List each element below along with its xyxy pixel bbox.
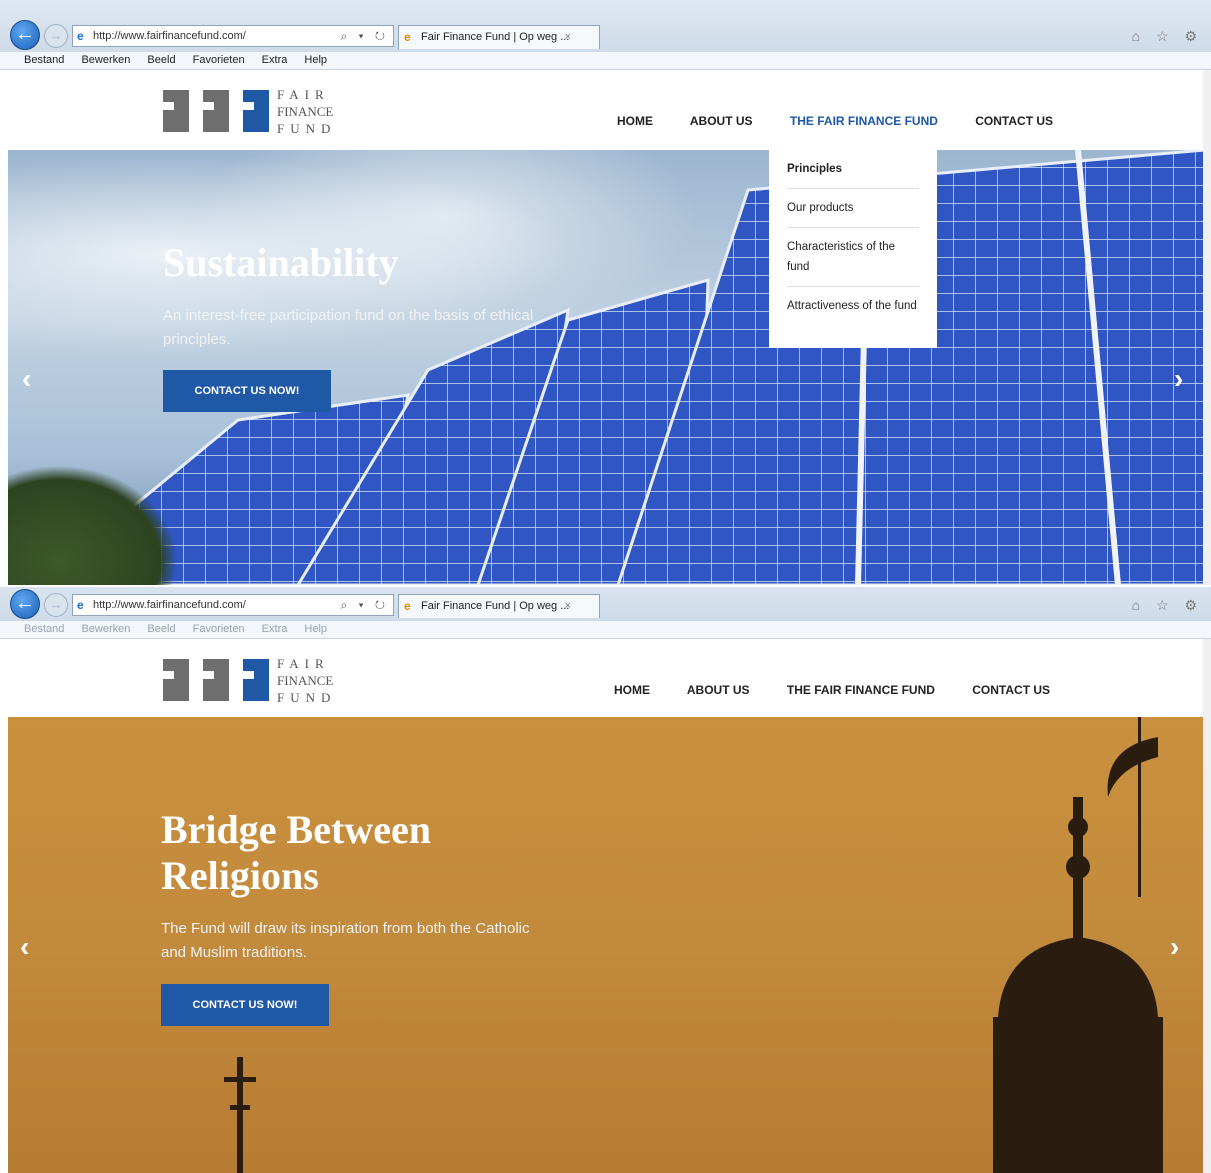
site-header: FAIR FINANCE FUND HOME ABOUT US THE FAIR… [0, 639, 1211, 719]
menu-extra[interactable]: Extra [262, 54, 288, 66]
page-scrollbar[interactable] [1203, 639, 1211, 1173]
address-bar[interactable]: e http://www.fairfinancefund.com/ ⌕ ▾ ↻ [72, 594, 394, 616]
nav-contact-us[interactable]: CONTACT US [972, 683, 1050, 697]
logo-block-3 [243, 90, 269, 132]
address-controls[interactable]: ⌕ ▾ ↻ [340, 595, 389, 615]
fund-dropdown-menu: Principles Our products Characteristics … [769, 150, 937, 348]
dropdown-item-our-products[interactable]: Our products [787, 189, 919, 228]
dropdown-item-principles[interactable]: Principles [787, 150, 919, 189]
browser-chrome: ← → e http://www.fairfinancefund.com/ ⌕ … [0, 587, 1211, 621]
ie-icon: e [77, 29, 84, 43]
slide-title: Sustainability [163, 240, 399, 285]
logo-line-3: FUND [277, 121, 337, 136]
menu-help[interactable]: Help [304, 623, 327, 635]
address-url: http://www.fairfinancefund.com/ [93, 30, 246, 42]
browser-chrome: ← → e http://www.fairfinancefund.com/ ⌕ … [0, 0, 1211, 52]
menu-help[interactable]: Help [304, 54, 327, 66]
logo-block-1 [163, 659, 189, 701]
logo-line-2: FINANCE [277, 104, 334, 119]
solar-panels-image [35, 150, 1205, 585]
back-button[interactable]: ← [10, 589, 40, 619]
forward-button[interactable]: → [44, 593, 68, 617]
menu-favorieten[interactable]: Favorieten [193, 623, 245, 635]
screenshot-sustainability: ← → e http://www.fairfinancefund.com/ ⌕ … [0, 0, 1211, 585]
address-controls[interactable]: ⌕ ▾ ↻ [340, 26, 389, 46]
tab-title: Fair Finance Fund | Op weg ... [421, 600, 570, 612]
menu-bestand[interactable]: Bestand [24, 623, 64, 635]
nav-home[interactable]: HOME [617, 114, 653, 128]
page-scrollbar[interactable] [1203, 70, 1211, 585]
nav-about-us[interactable]: ABOUT US [690, 114, 753, 128]
logo-line-1: FAIR [277, 87, 330, 102]
logo-block-1 [163, 90, 189, 132]
browser-menubar: Bestand Bewerken Beeld Favorieten Extra … [0, 52, 1211, 70]
logo-block-3 [243, 659, 269, 701]
address-bar[interactable]: e http://www.fairfinancefund.com/ ⌕ ▾ ↻ [72, 25, 394, 47]
slide-subtitle: The Fund will draw its inspiration from … [161, 920, 530, 961]
forward-button[interactable]: → [44, 24, 68, 48]
main-nav: HOME ABOUT US THE FAIR FINANCE FUND CONT… [614, 683, 1084, 697]
hero-slide-solar [8, 150, 1205, 585]
slide-subtitle: An interest-free participation fund on t… [163, 307, 534, 348]
site-header: FAIR FINANCE FUND HOME ABOUT US THE FAIR… [0, 70, 1211, 150]
ie-icon: e [77, 598, 84, 612]
tab-close-icon[interactable]: × [565, 595, 571, 617]
logo-line-3: FUND [277, 690, 337, 705]
contact-us-now-button[interactable]: CONTACT US NOW! [161, 984, 329, 1026]
logo-line-1: FAIR [277, 656, 330, 671]
main-nav: HOME ABOUT US THE FAIR FINANCE FUND CONT… [617, 114, 1087, 128]
logo-block-2 [203, 90, 229, 132]
address-url: http://www.fairfinancefund.com/ [93, 599, 246, 611]
nav-contact-us[interactable]: CONTACT US [975, 114, 1053, 128]
logo-text: FAIR FINANCE FUND [277, 655, 336, 706]
home-favorites-settings-icons[interactable]: ⌂ ☆ ⚙ [1132, 597, 1203, 614]
nav-fair-finance-fund[interactable]: THE FAIR FINANCE FUND [790, 114, 938, 128]
menu-bewerken[interactable]: Bewerken [81, 623, 130, 635]
nav-fair-finance-fund[interactable]: THE FAIR FINANCE FUND [787, 683, 935, 697]
tab-close-icon[interactable]: × [565, 26, 571, 48]
browser-tab[interactable]: e Fair Finance Fund | Op weg ... × [398, 594, 600, 618]
menu-bestand[interactable]: Bestand [24, 54, 64, 66]
trees-image [8, 465, 178, 585]
dropdown-item-characteristics[interactable]: Characteristics of the fund [787, 228, 919, 287]
next-slide-arrow-icon[interactable]: › [1174, 364, 1183, 394]
menu-beeld[interactable]: Beeld [147, 54, 175, 66]
logo-text: FAIR FINANCE FUND [277, 86, 336, 137]
slide-title: Bridge Between Religions [161, 807, 431, 898]
menu-beeld[interactable]: Beeld [147, 623, 175, 635]
browser-menubar: Bestand Bewerken Beeld Favorieten Extra … [0, 621, 1211, 639]
logo-block-2 [203, 659, 229, 701]
next-slide-arrow-icon[interactable]: › [1170, 932, 1179, 962]
screenshot-bridge-between-religions: ← → e http://www.fairfinancefund.com/ ⌕ … [0, 587, 1211, 1173]
menu-extra[interactable]: Extra [262, 623, 288, 635]
contact-us-now-button[interactable]: CONTACT US NOW! [163, 370, 331, 412]
logo-line-2: FINANCE [277, 673, 334, 688]
dropdown-item-attractiveness[interactable]: Attractiveness of the fund [787, 287, 919, 325]
browser-tab[interactable]: e Fair Finance Fund | Op weg ... × [398, 25, 600, 49]
ie-tab-icon: e [404, 599, 411, 613]
site-logo[interactable]: FAIR FINANCE FUND [163, 655, 343, 705]
ie-tab-icon: e [404, 30, 411, 44]
prev-slide-arrow-icon[interactable]: ‹ [22, 364, 31, 394]
menu-favorieten[interactable]: Favorieten [193, 54, 245, 66]
back-button[interactable]: ← [10, 20, 40, 50]
home-favorites-settings-icons[interactable]: ⌂ ☆ ⚙ [1132, 28, 1203, 45]
nav-home[interactable]: HOME [614, 683, 650, 697]
prev-slide-arrow-icon[interactable]: ‹ [20, 932, 29, 962]
tab-title: Fair Finance Fund | Op weg ... [421, 31, 570, 43]
nav-about-us[interactable]: ABOUT US [687, 683, 750, 697]
site-logo[interactable]: FAIR FINANCE FUND [163, 86, 343, 136]
menu-bewerken[interactable]: Bewerken [81, 54, 130, 66]
